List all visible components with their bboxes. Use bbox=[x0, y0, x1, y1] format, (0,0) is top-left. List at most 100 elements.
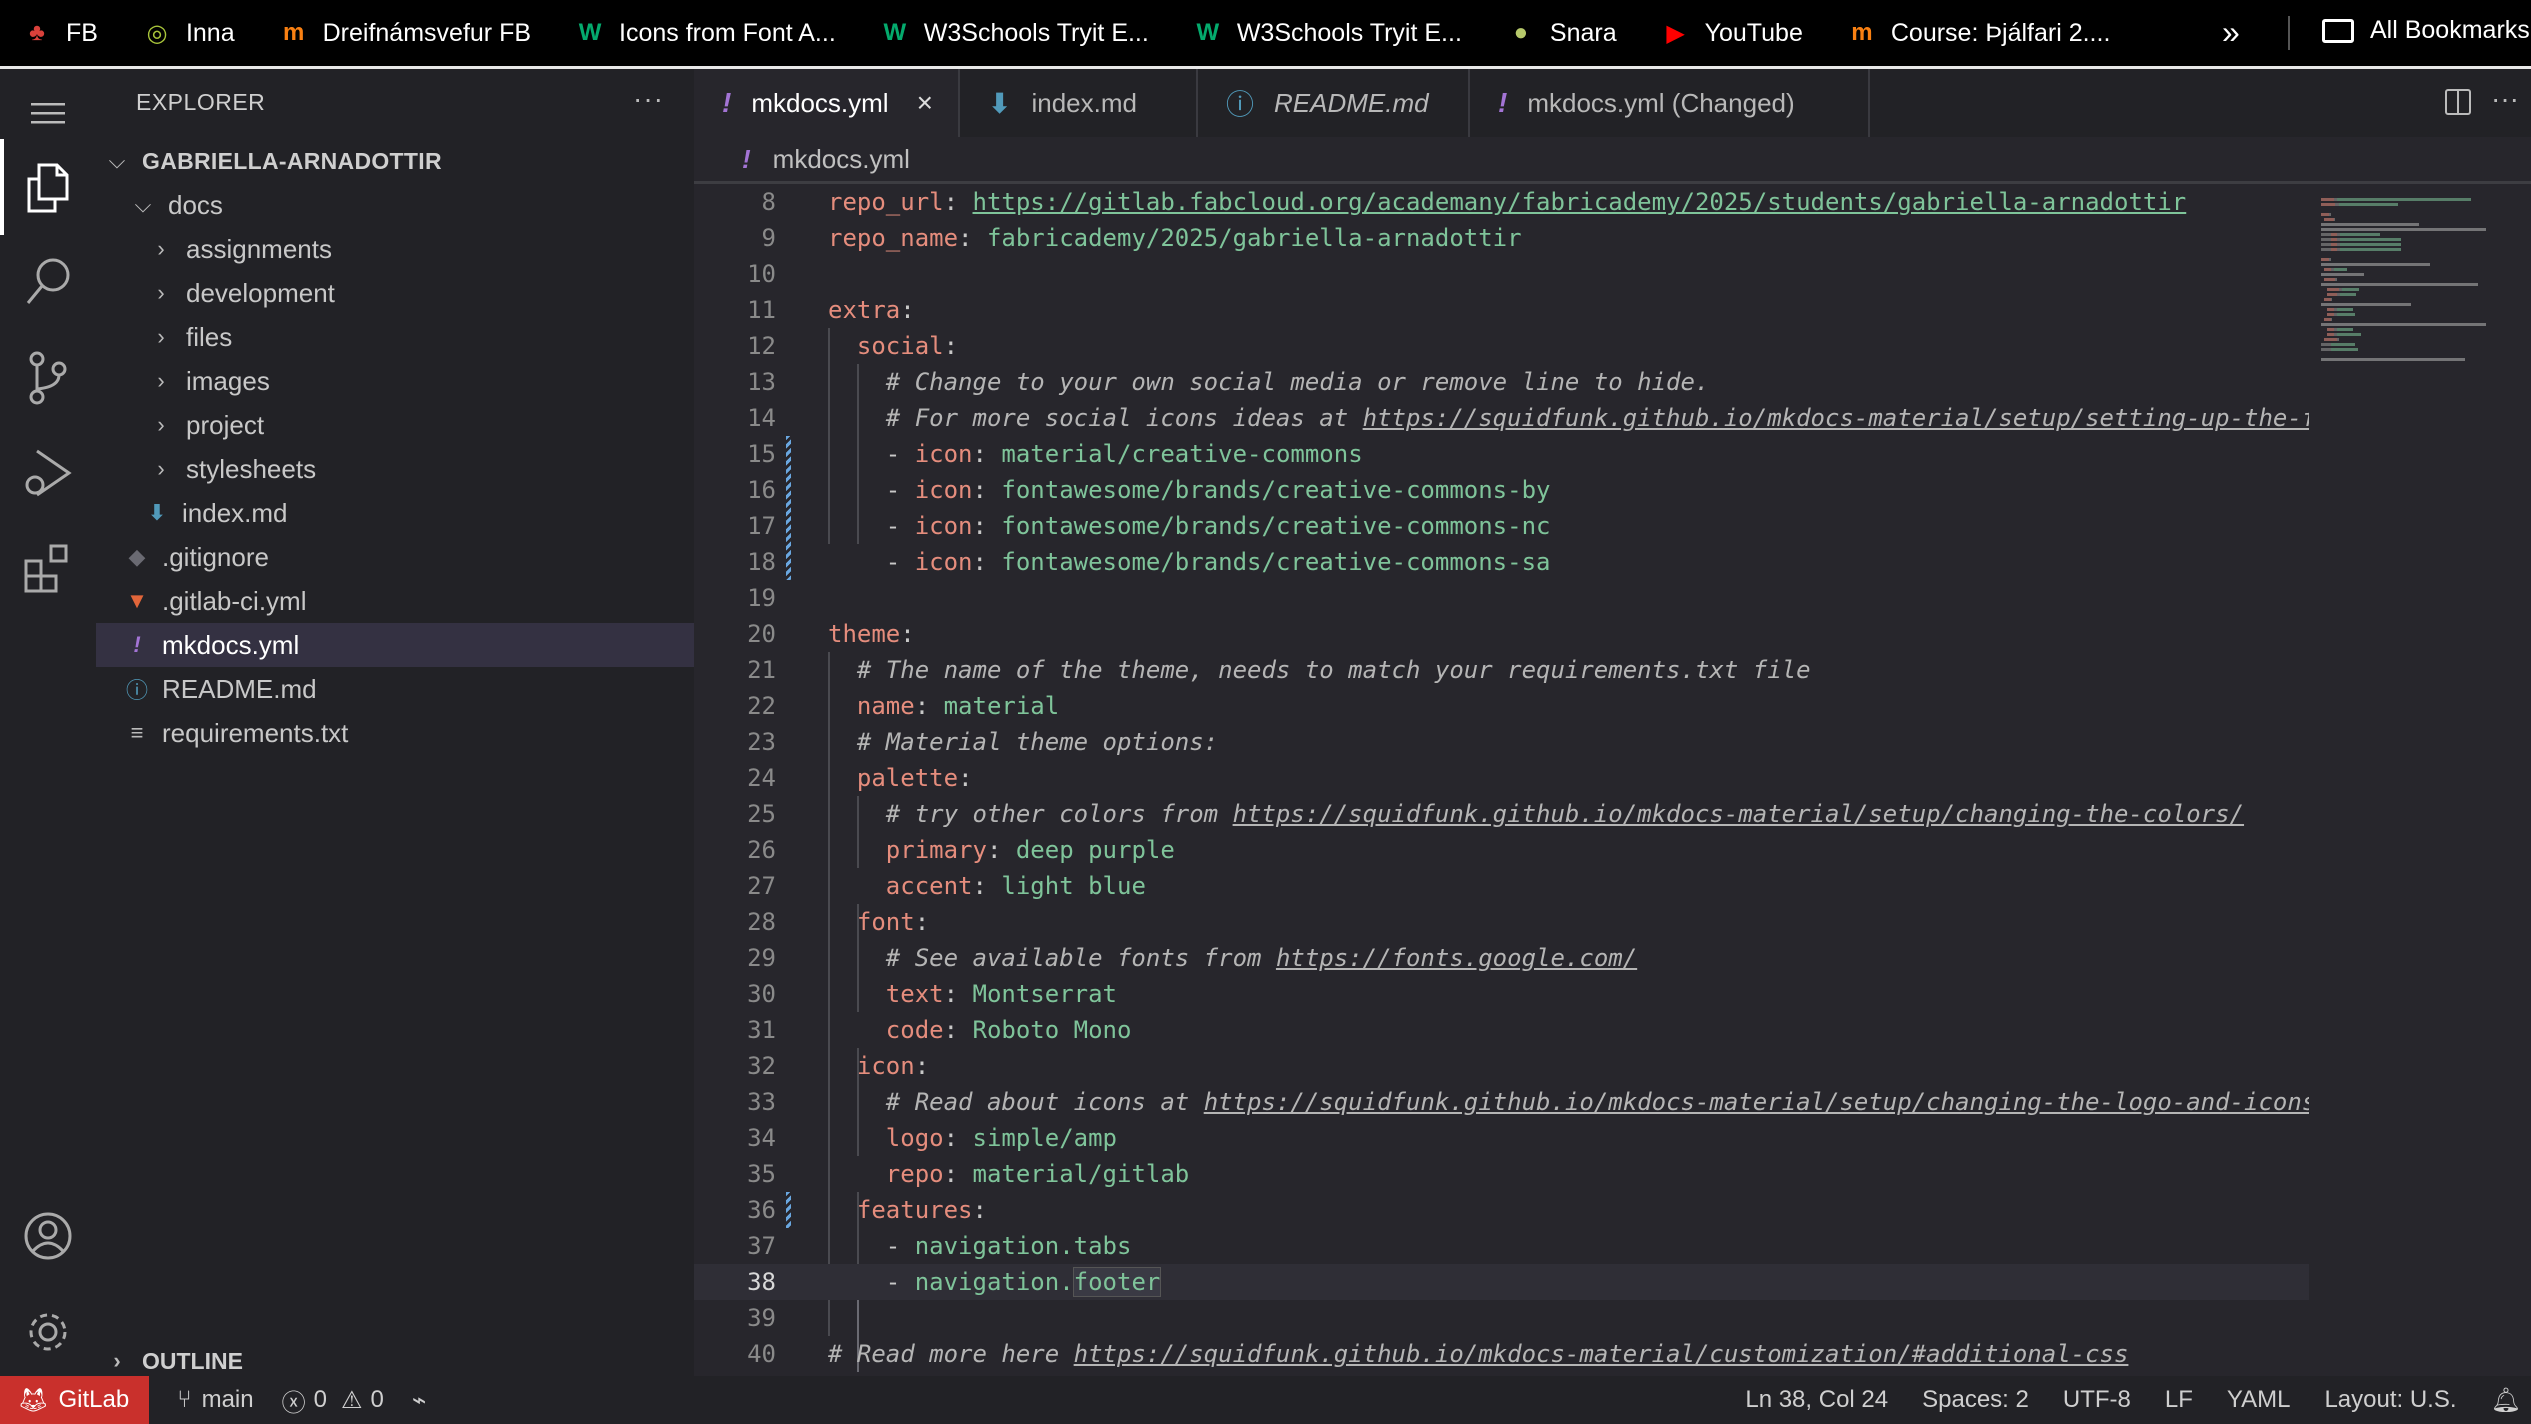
code-line[interactable]: 28 font: bbox=[694, 904, 2309, 940]
tab-mkdocs-yml[interactable]: ! mkdocs.yml × bbox=[694, 69, 960, 137]
branch-indicator[interactable]: ⑂ main bbox=[177, 1386, 253, 1414]
ports-indicator[interactable]: ⌁ bbox=[412, 1386, 426, 1415]
code-line[interactable]: 19 bbox=[694, 580, 2309, 616]
code-line[interactable]: 10 bbox=[694, 256, 2309, 292]
bookmark-w3schools-tryit-1[interactable]: W W3Schools Tryit E... bbox=[880, 18, 1148, 48]
code-line[interactable]: 40 # Read more here https://squidfunk.git… bbox=[694, 1336, 2309, 1372]
minimap-line bbox=[2362, 323, 2486, 326]
code-line[interactable]: 23 # Material theme options: bbox=[694, 724, 2309, 760]
code-line[interactable]: 9 repo_name: fabricademy/2025/gabriella-a… bbox=[694, 220, 2309, 256]
yaml-comment[interactable]: https://squidfunk.github.io/mkdocs-mater… bbox=[1233, 800, 2244, 828]
tree-item-files[interactable]: › files bbox=[96, 315, 694, 359]
code-line[interactable]: 18 - icon: fontawesome/brands/creative-c… bbox=[694, 544, 2309, 580]
accounts-button[interactable] bbox=[0, 1191, 96, 1281]
bookmark-youtube[interactable]: ▶ YouTube bbox=[1661, 18, 1802, 48]
code-line[interactable]: 29 # See available fonts from https://fo… bbox=[694, 940, 2309, 976]
tree-item-stylesheets[interactable]: › stylesheets bbox=[96, 447, 694, 491]
tree-item-assignments[interactable]: › assignments bbox=[96, 227, 694, 271]
notifications-button[interactable]: 🔔︎ bbox=[2491, 1386, 2521, 1415]
tree-item-requirements[interactable]: ≡ requirements.txt bbox=[96, 711, 694, 755]
minimap-line bbox=[2324, 218, 2334, 221]
yaml-comment[interactable]: https://squidfunk.github.io/mkdocs-mater… bbox=[1363, 404, 2309, 432]
close-icon[interactable]: × bbox=[917, 87, 933, 119]
tab-readme-md[interactable]: ⓘ README.md bbox=[1198, 69, 1470, 137]
code-line[interactable]: 32 icon: bbox=[694, 1048, 2309, 1084]
explorer-view-button[interactable] bbox=[0, 143, 96, 233]
code-line[interactable]: 27 accent: light blue bbox=[694, 868, 2309, 904]
bookmark-dreifnamsvefur[interactable]: m Dreifnámsvefur FB bbox=[279, 18, 531, 48]
bookmark-w3schools-tryit-2[interactable]: W W3Schools Tryit E... bbox=[1193, 18, 1462, 48]
code-line[interactable]: 20 theme: bbox=[694, 616, 2309, 652]
source-control-button[interactable] bbox=[0, 333, 96, 423]
code-line[interactable]: 38 - navigation.footer bbox=[694, 1264, 2309, 1300]
more-actions-icon[interactable]: ··· bbox=[2491, 83, 2519, 115]
yaml-value[interactable]: https://gitlab.fabcloud.org/academany/fa… bbox=[973, 188, 2187, 216]
code-line[interactable]: 15 - icon: material/creative-commons bbox=[694, 436, 2309, 472]
end-of-line[interactable]: LF bbox=[2165, 1386, 2193, 1414]
manage-button[interactable] bbox=[0, 1287, 96, 1377]
search-view-button[interactable] bbox=[0, 237, 96, 327]
keyboard-layout[interactable]: Layout: U.S. bbox=[2324, 1386, 2456, 1414]
tree-item-images[interactable]: › images bbox=[96, 359, 694, 403]
tree-item-readme[interactable]: ⓘ README.md bbox=[96, 667, 694, 711]
bookmarks-overflow-button[interactable]: » bbox=[2222, 14, 2240, 51]
tree-item-mkdocs-yml[interactable]: ! mkdocs.yml bbox=[96, 623, 694, 667]
problems-indicator[interactable]: ⓧ 0 ⚠ 0 bbox=[282, 1383, 384, 1418]
code-line[interactable]: 37 - navigation.tabs bbox=[694, 1228, 2309, 1264]
bookmark-fb[interactable]: ♣ FB bbox=[22, 18, 98, 48]
yaml-key: name bbox=[856, 692, 915, 720]
cursor-position[interactable]: Ln 38, Col 24 bbox=[1745, 1386, 1888, 1414]
explorer-more-actions[interactable]: ··· bbox=[633, 83, 664, 115]
tree-item-index-md[interactable]: ⬇ index.md bbox=[96, 491, 694, 535]
tree-item-gitignore[interactable]: ◆ .gitignore bbox=[96, 535, 694, 579]
code-line[interactable]: 31 code: Roboto Mono bbox=[694, 1012, 2309, 1048]
bookmark-course[interactable]: m Course: Þjálfari 2.... bbox=[1847, 18, 2110, 48]
chevron-right-icon: › bbox=[157, 456, 165, 481]
tree-item-project[interactable]: › project bbox=[96, 403, 694, 447]
line-text: - icon: fontawesome/brands/creative-comm… bbox=[828, 472, 1551, 508]
explorer-title: EXPLORER bbox=[136, 89, 266, 115]
code-line[interactable]: 11 extra: bbox=[694, 292, 2309, 328]
bookmark-icons-font-awesome[interactable]: W Icons from Font A... bbox=[575, 18, 836, 48]
outline-section[interactable]: › OUTLINE bbox=[96, 1341, 243, 1381]
remote-indicator[interactable]: 🦊︎ GitLab bbox=[0, 1376, 150, 1424]
tab-index-md[interactable]: ⬇ index.md bbox=[960, 69, 1198, 137]
code-line[interactable]: 34 logo: simple/amp bbox=[694, 1120, 2309, 1156]
yaml-comment[interactable]: https://squidfunk.github.io/mkdocs-mater… bbox=[1204, 1088, 2309, 1116]
code-line[interactable]: 13 # Change to your own social media or … bbox=[694, 364, 2309, 400]
code-line[interactable]: 17 - icon: fontawesome/brands/creative-c… bbox=[694, 508, 2309, 544]
tree-item-docs[interactable]: ⌵ docs bbox=[96, 183, 694, 227]
code-line[interactable]: 21 # The name of the theme, needs to mat… bbox=[694, 652, 2309, 688]
bookmark-inna[interactable]: ◎ Inna bbox=[142, 18, 234, 48]
encoding[interactable]: UTF-8 bbox=[2063, 1386, 2131, 1414]
code-line[interactable]: 26 primary: deep purple bbox=[694, 832, 2309, 868]
code-line[interactable]: 12 social: bbox=[694, 328, 2309, 364]
code-line[interactable]: 39 bbox=[694, 1300, 2309, 1336]
yaml-comment[interactable]: https://squidfunk.github.io/mkdocs-mater… bbox=[1074, 1340, 2129, 1368]
tree-item-gitlab-ci[interactable]: ▼ .gitlab-ci.yml bbox=[96, 579, 694, 623]
all-bookmarks-button[interactable]: All Bookmarks bbox=[2322, 16, 2530, 45]
language-mode[interactable]: YAML bbox=[2227, 1386, 2291, 1414]
code-line[interactable]: 36 features: bbox=[694, 1192, 2309, 1228]
code-line[interactable]: 35 repo: material/gitlab bbox=[694, 1156, 2309, 1192]
split-editor-icon[interactable] bbox=[2445, 89, 2471, 115]
code-line[interactable]: 22 name: material bbox=[694, 688, 2309, 724]
minimap[interactable] bbox=[2309, 184, 2531, 1376]
tree-item-development[interactable]: › development bbox=[96, 271, 694, 315]
indentation[interactable]: Spaces: 2 bbox=[1922, 1386, 2029, 1414]
yaml-comment[interactable]: https://fonts.google.com/ bbox=[1276, 944, 1637, 972]
code-line[interactable]: 33 # Read about icons at https://squidfu… bbox=[694, 1084, 2309, 1120]
code-line[interactable]: 24 palette: bbox=[694, 760, 2309, 796]
code-line[interactable]: 8 repo_url: https://gitlab.fabcloud.org/a… bbox=[694, 184, 2309, 220]
code-line[interactable]: 14 # For more social icons ideas at http… bbox=[694, 400, 2309, 436]
code-line[interactable]: 25 # try other colors from https://squid… bbox=[694, 796, 2309, 832]
code-line[interactable]: 16 - icon: fontawesome/brands/creative-c… bbox=[694, 472, 2309, 508]
breadcrumb-file[interactable]: mkdocs.yml bbox=[773, 144, 910, 175]
code-editor[interactable]: 8 repo_url: https://gitlab.fabcloud.org/a… bbox=[694, 184, 2309, 1376]
extensions-button[interactable] bbox=[0, 523, 96, 613]
code-line[interactable]: 30 text: Montserrat bbox=[694, 976, 2309, 1012]
bookmark-snara[interactable]: ● Snara bbox=[1506, 18, 1617, 48]
tab-mkdocs-yml-changed[interactable]: ! mkdocs.yml (Changed) bbox=[1470, 69, 1870, 137]
workspace-root[interactable]: ⌵ GABRIELLA-ARNADOTTIR bbox=[96, 139, 694, 183]
run-debug-button[interactable] bbox=[0, 429, 96, 519]
